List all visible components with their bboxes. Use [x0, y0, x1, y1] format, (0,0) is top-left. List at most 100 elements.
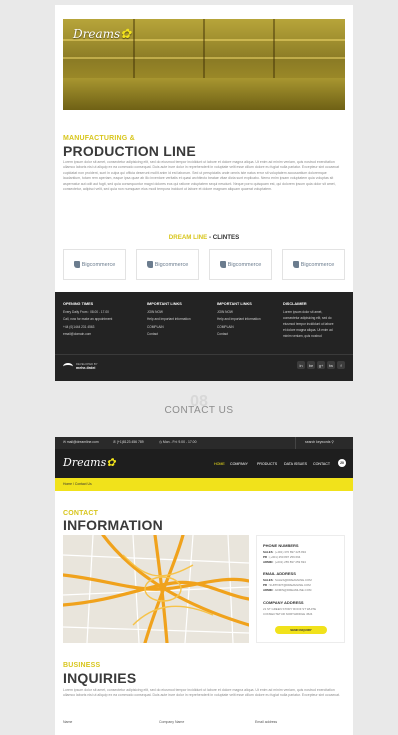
hero-logo[interactable]: Dreams✿: [73, 27, 131, 42]
footer-link[interactable]: COMPLAIN: [217, 325, 287, 329]
topbar-email[interactable]: ✉ mail@dreamline.com: [63, 440, 99, 444]
footer-text: et dolore magna aliqua. Ut enim ad: [283, 328, 333, 332]
contact-us-heading: 08 CONTACT US: [0, 393, 398, 423]
topbar-search[interactable]: search keywords ⚲: [305, 440, 334, 444]
production-page-card: Dreams✿ MANUFACTURING & PRODUCTION LINE …: [55, 5, 353, 381]
email-heading: EMAIL ADDRESS: [263, 571, 296, 576]
footer-link[interactable]: Contact: [217, 332, 287, 336]
topbar-hours-text: Mon - Fri: 9.00 - 17.00: [162, 440, 197, 444]
footer-heading: OPENING TIMES: [63, 302, 94, 306]
footer-text: Call, now for make an appointment: [63, 317, 113, 322]
phone-line-value: : (+001) 250 897 259 694: [267, 555, 301, 559]
client-logo-label: Bigcommerce: [300, 261, 335, 268]
footer-text: consectetur adipisicing elit, sed do: [283, 316, 332, 320]
footer-link[interactable]: JOIN NOW: [147, 310, 217, 314]
footer-heading: DISCLAIMER: [283, 302, 307, 306]
address-line: 21 ST GREEN STORY ROOF ST WHITE: [263, 607, 317, 611]
footer-col-disclaimer: DISCLAIMER Lorem ipsum dolor sit amet, c…: [283, 302, 347, 340]
nav-data-issues[interactable]: DATA ISSUES: [284, 462, 307, 466]
client-logo[interactable]: Bigcommerce: [136, 249, 199, 280]
contact-subtitle: CONTACT: [63, 510, 99, 517]
breadcrumb-bar: Home / Contact Us: [55, 478, 353, 491]
footer-phone[interactable]: +44 (0)1444 231 4563: [63, 325, 133, 329]
topbar-phone[interactable]: ✆ (+1)8123 456 789: [113, 440, 144, 444]
nav-badge[interactable]: 20: [338, 459, 346, 467]
footer-text: Lorem ipsum dolor sit amet,: [283, 310, 323, 314]
phone-line-key: SALES: [263, 550, 273, 554]
topbar-phone-text: (+1)8123 456 789: [116, 440, 144, 444]
phone-heading: PHONE NUMBERS: [263, 543, 299, 548]
topbar-email-text: mail@dreamline.com: [66, 440, 99, 444]
send-inquiry-button[interactable]: SEND INQUIRY: [275, 626, 327, 634]
production-paragraph: Lorem ipsum dolor sit amet, consectetur …: [63, 160, 340, 192]
footer-link[interactable]: JOIN NOW: [217, 310, 287, 314]
email-line-value: : ADMIN@DREAMLINE.COM: [272, 588, 312, 592]
footer-email[interactable]: email@domain.com: [63, 332, 133, 336]
footer-col-links: IMPORTANT LINKS JOIN NOW Help and import…: [147, 302, 217, 339]
client-logo-label: Bigcommerce: [154, 261, 189, 268]
bigcommerce-icon: [292, 261, 299, 268]
phone-line-value: : (+001) 255 897 259 694: [272, 560, 306, 564]
footer-link[interactable]: Help and important information: [217, 317, 287, 321]
footer-col-opening: OPENING TIMES Every Daily From : 08.00 -…: [63, 302, 133, 339]
client-logo[interactable]: Bigcommerce: [63, 249, 126, 280]
page: Dreams✿ MANUFACTURING & PRODUCTION LINE …: [0, 0, 398, 735]
business-paragraph: Lorem ipsum dolor sit amet, consectetur …: [63, 688, 341, 698]
footer-link[interactable]: COMPLAIN: [147, 325, 217, 329]
footer-text: eiusmod tempor incididunt ut labore: [283, 322, 334, 326]
nav-home[interactable]: HOME: [214, 462, 225, 466]
email-line[interactable]: SALES : SALES@DREAMLINE.COM: [263, 578, 312, 582]
search-icon: ⚲: [331, 440, 334, 444]
google-plus-icon[interactable]: g+: [317, 361, 325, 369]
contact-us-title: CONTACT US: [164, 405, 234, 416]
top-bar: ✉ mail@dreamline.com ✆ (+1)8123 456 789 …: [55, 437, 353, 449]
email-field-label: Email address: [255, 720, 278, 724]
nav-contact[interactable]: CONTACT: [313, 462, 330, 466]
footer-link[interactable]: Help and important information: [147, 317, 217, 321]
nav-company[interactable]: COMPANY: [230, 462, 248, 466]
nav-logo[interactable]: Dreams✿: [63, 456, 115, 469]
email-line-value: : SALES@DREAMLINE.COM: [272, 578, 312, 582]
phone-line[interactable]: SALES : (+001) 370 897 225 894: [263, 550, 306, 554]
social-links: in be g+ tw f: [297, 361, 345, 369]
phone-line-value: : (+001) 370 897 225 894: [272, 550, 306, 554]
contact-page-card: ✉ mail@dreamline.com ✆ (+1)8123 456 789 …: [55, 437, 353, 735]
phone-line[interactable]: ADMIN : (+001) 255 897 259 694: [263, 560, 306, 564]
facebook-icon[interactable]: f: [337, 361, 345, 369]
linkedin-icon[interactable]: in: [297, 361, 305, 369]
client-logo[interactable]: Bigcommerce: [282, 249, 345, 280]
production-title: PRODUCTION LINE: [63, 143, 196, 159]
footer-heading: IMPORTANT LINKS: [147, 302, 182, 306]
email-line[interactable]: ADMIN : ADMIN@DREAMLINE.COM: [263, 588, 311, 592]
clients-title-rest: - CLINTES: [207, 234, 240, 241]
client-logo[interactable]: Bigcommerce: [209, 249, 272, 280]
twitter-icon[interactable]: tw: [327, 361, 335, 369]
email-line[interactable]: PR : SUPPORT@DREAMLINE.COM: [263, 583, 311, 587]
logo-mark-icon: ✿: [106, 456, 116, 469]
email-line-value: : SUPPORT@DREAMLINE.COM: [267, 583, 311, 587]
search-placeholder: search keywords: [305, 440, 331, 444]
nav-products[interactable]: PRODUCTS: [257, 462, 277, 466]
location-map[interactable]: [63, 535, 249, 643]
behance-icon[interactable]: be: [307, 361, 315, 369]
footer-col-links-2: IMPORTANT LINKS JOIN NOW Help and import…: [217, 302, 287, 339]
footer-heading: IMPORTANT LINKS: [217, 302, 252, 306]
logo-text: Dreams: [63, 456, 107, 469]
developer-credit[interactable]: DEVELOPED BY mehe-tirdei: [63, 362, 98, 370]
name-field-label: Name: [63, 720, 73, 724]
map-roads: [63, 535, 249, 643]
footer-text: minim veniam, quis nostrud: [283, 334, 322, 338]
production-subtitle: MANUFACTURING &: [63, 135, 135, 142]
phone-line[interactable]: PR : (+001) 250 897 259 694: [263, 555, 300, 559]
clients-title-accent: DREAM LINE: [168, 234, 208, 241]
contact-title: INFORMATION: [63, 517, 163, 533]
bigcommerce-icon: [146, 261, 153, 268]
footer-bottom-bar: DEVELOPED BY mehe-tirdei in be g+ tw f: [55, 354, 353, 381]
logo-mark-icon: ✿: [120, 27, 132, 42]
footer-link[interactable]: Contact: [147, 332, 217, 336]
breadcrumb[interactable]: Home / Contact Us: [63, 482, 92, 486]
hero-image: Dreams✿: [63, 19, 345, 110]
address-line: CONSECTETUR NORTHRIDGE 4524: [263, 612, 313, 616]
bigcommerce-icon: [73, 261, 80, 268]
footer: OPENING TIMES Every Daily From : 08.00 -…: [55, 292, 353, 381]
